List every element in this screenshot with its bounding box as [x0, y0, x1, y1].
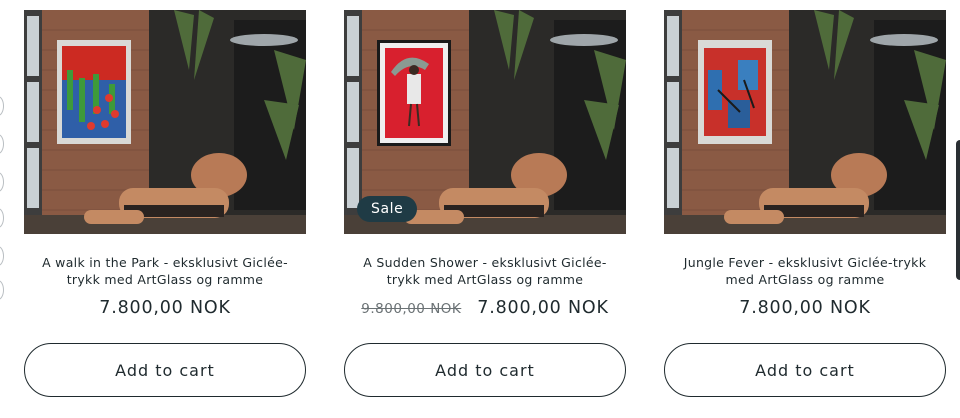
artwork-image: [698, 40, 772, 144]
add-to-cart-button[interactable]: Add to cart: [24, 343, 306, 397]
product-title[interactable]: Jungle Fever - eksklusivt Giclée-trykk m…: [664, 254, 946, 288]
product-title[interactable]: A Sudden Shower - eksklusivt Giclée-tryk…: [344, 254, 626, 288]
carousel-dot[interactable]: [0, 134, 4, 154]
add-to-cart-button[interactable]: Add to cart: [664, 343, 946, 397]
product-price: 7.800,00 NOK: [99, 298, 231, 318]
product-image[interactable]: [24, 10, 306, 234]
product-price: 7.800,00 NOK: [739, 298, 871, 318]
carousel-dot[interactable]: [0, 96, 4, 116]
product-title[interactable]: A walk in the Park - eksklusivt Giclée-t…: [24, 254, 306, 288]
product-price: 7.800,00 NOK: [477, 298, 609, 318]
add-to-cart-button[interactable]: Add to cart: [344, 343, 626, 397]
sale-badge: Sale: [357, 196, 418, 222]
carousel-dot[interactable]: [0, 208, 4, 228]
artwork-image: [377, 40, 451, 146]
price-row: 9.800,00 NOK 7.800,00 NOK: [344, 298, 626, 322]
scroll-handle[interactable]: [956, 140, 960, 280]
carousel-dot[interactable]: [0, 280, 4, 300]
product-card[interactable]: A walk in the Park - eksklusivt Giclée-t…: [24, 10, 306, 397]
product-card[interactable]: Sale A Sudden Shower - eksklusivt Giclée…: [344, 10, 626, 397]
price-row: 7.800,00 NOK: [24, 298, 306, 322]
product-image[interactable]: Sale: [344, 10, 626, 234]
carousel-dot[interactable]: [0, 246, 4, 266]
product-image[interactable]: [664, 10, 946, 234]
product-old-price: 9.800,00 NOK: [361, 301, 462, 317]
carousel-dot[interactable]: [0, 172, 4, 192]
product-card[interactable]: Jungle Fever - eksklusivt Giclée-trykk m…: [664, 10, 946, 397]
artwork-image: [57, 40, 131, 144]
price-row: 7.800,00 NOK: [664, 298, 946, 322]
